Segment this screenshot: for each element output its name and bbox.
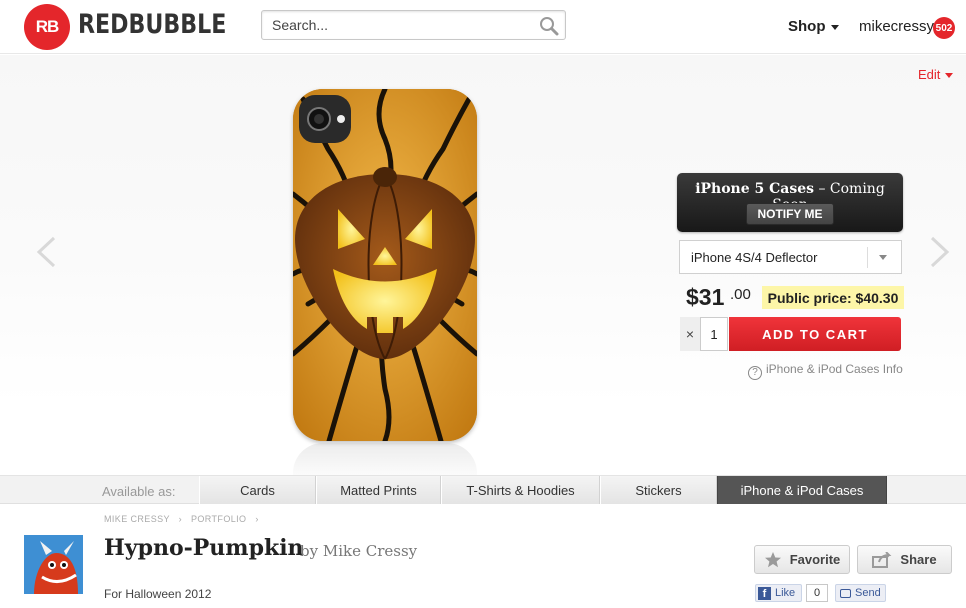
breadcrumb-artist[interactable]: MIKE CRESSY bbox=[104, 514, 170, 524]
arrow-right-icon[interactable] bbox=[928, 235, 952, 269]
breadcrumb-separator: › bbox=[178, 514, 183, 524]
stage-floor bbox=[0, 400, 966, 475]
tab-stickers[interactable]: Stickers bbox=[600, 476, 717, 504]
breadcrumb-separator: › bbox=[255, 514, 259, 524]
logo-wordmark[interactable]: REDBUBBLE bbox=[78, 9, 226, 40]
logo-mark-icon[interactable]: RB bbox=[24, 4, 70, 50]
favorite-label: Favorite bbox=[789, 552, 841, 567]
cases-info-label: iPhone & iPod Cases Info bbox=[766, 362, 903, 376]
star-icon bbox=[764, 551, 781, 567]
price-cents: .00 bbox=[730, 286, 751, 303]
available-as-bar: Available as: Cards Matted Prints T-Shir… bbox=[0, 475, 966, 504]
share-icon bbox=[872, 551, 892, 568]
facebook-send-button[interactable]: Send bbox=[835, 584, 886, 602]
artist-avatar[interactable] bbox=[24, 535, 83, 594]
facebook-icon: f bbox=[758, 586, 771, 600]
add-to-cart-button[interactable]: ADD TO CART bbox=[729, 317, 901, 351]
edit-label: Edit bbox=[918, 67, 941, 82]
select-divider bbox=[867, 247, 868, 268]
product-page: RB REDBUBBLE Shop mikecressy 502 Edit bbox=[0, 0, 966, 608]
search-icon[interactable] bbox=[539, 16, 559, 36]
product-byline[interactable]: by Mike Cressy bbox=[300, 542, 417, 560]
devil-avatar-image bbox=[24, 535, 83, 594]
tab-t-shirts-hoodies[interactable]: T-Shirts & Hoodies bbox=[441, 476, 600, 504]
price-main: $31 bbox=[686, 284, 725, 310]
quantity-input[interactable]: 1 bbox=[700, 317, 728, 351]
user-menu[interactable]: mikecressy bbox=[859, 18, 934, 35]
arrow-left-icon[interactable] bbox=[34, 235, 58, 269]
share-button[interactable]: Share bbox=[857, 545, 952, 574]
breadcrumb-portfolio[interactable]: PORTFOLIO bbox=[191, 514, 246, 524]
tab-matted-prints[interactable]: Matted Prints bbox=[316, 476, 441, 504]
favorite-button[interactable]: Favorite bbox=[754, 545, 850, 574]
notify-me-button[interactable]: NOTIFY ME bbox=[746, 203, 834, 225]
chevron-down-icon bbox=[830, 24, 839, 30]
coming-soon-product: iPhone 5 Cases bbox=[695, 181, 815, 197]
search-box bbox=[261, 10, 566, 40]
quantity-times-label: × bbox=[680, 317, 700, 351]
cases-info-link[interactable]: ? iPhone & iPod Cases Info bbox=[748, 362, 903, 380]
share-label: Share bbox=[900, 552, 937, 567]
case-model-select[interactable]: iPhone 4S/4 Deflector bbox=[679, 240, 902, 274]
search-input[interactable] bbox=[266, 14, 536, 36]
shop-menu[interactable]: Shop bbox=[788, 18, 839, 35]
product-stage: Edit iPhone 5 Cases – Coming NOTIFY ME i… bbox=[0, 55, 966, 483]
facebook-like-count: 0 bbox=[806, 584, 828, 602]
site-header: RB REDBUBBLE Shop mikecressy 502 bbox=[0, 0, 966, 54]
coming-soon-banner: iPhone 5 Cases – Coming Soon NOTIFY ME bbox=[677, 173, 903, 232]
facebook-like-label: Like bbox=[775, 587, 796, 599]
chevron-down-icon bbox=[879, 255, 887, 260]
breadcrumb: MIKE CRESSY › PORTFOLIO › bbox=[104, 514, 265, 524]
shop-menu-label: Shop bbox=[788, 18, 826, 35]
edit-menu[interactable]: Edit bbox=[918, 67, 954, 82]
case-model-value: iPhone 4S/4 Deflector bbox=[691, 250, 818, 265]
public-price-badge: Public price: $40.30 bbox=[762, 286, 904, 309]
facebook-send-label: Send bbox=[855, 587, 881, 599]
product-title: Hypno-Pumpkin bbox=[104, 535, 304, 561]
tab-cards[interactable]: Cards bbox=[199, 476, 316, 504]
notification-badge[interactable]: 502 bbox=[933, 17, 955, 39]
send-icon bbox=[840, 588, 851, 598]
tab-iphone-ipod-cases[interactable]: iPhone & iPod Cases bbox=[717, 476, 887, 504]
product-description: For Halloween 2012 bbox=[104, 587, 212, 601]
available-as-label: Available as: bbox=[102, 484, 176, 499]
chevron-down-icon bbox=[945, 73, 954, 79]
product-image-phone-case bbox=[293, 89, 477, 441]
facebook-like-button[interactable]: f Like bbox=[755, 584, 802, 602]
info-icon: ? bbox=[748, 366, 762, 380]
pumpkin-artwork bbox=[293, 89, 477, 441]
